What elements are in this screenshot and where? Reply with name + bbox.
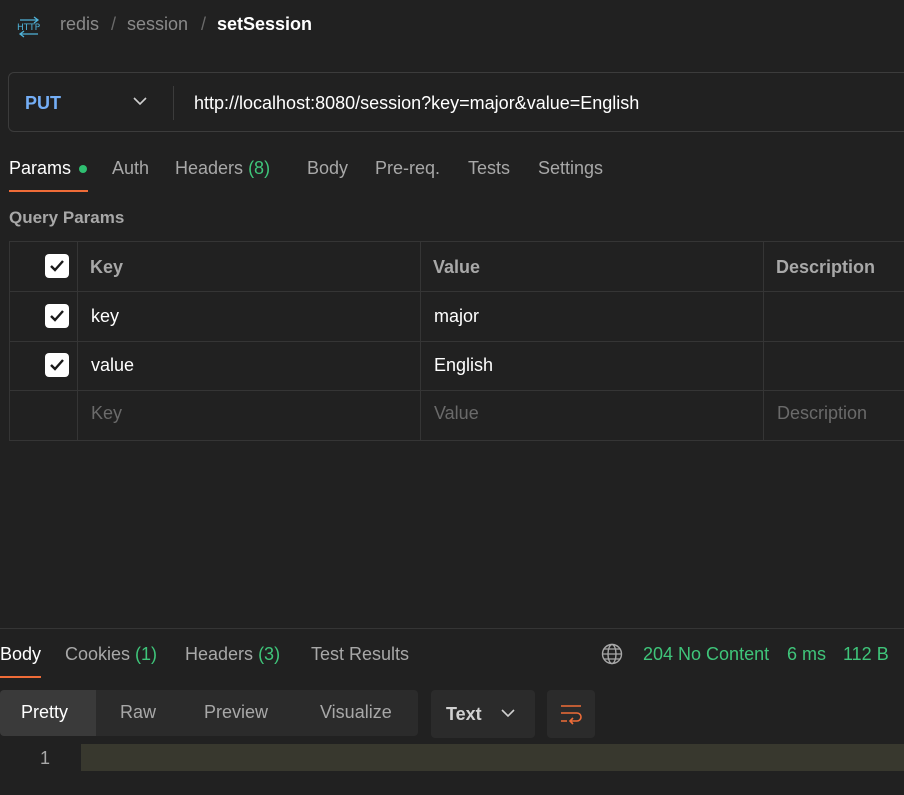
active-tab-indicator	[9, 190, 88, 192]
chevron-down-icon	[501, 709, 515, 718]
chevron-down-icon[interactable]	[133, 96, 147, 106]
svg-text:HTTP: HTTP	[17, 23, 41, 33]
tab-headers-label: Headers	[175, 158, 244, 178]
response-divider	[0, 628, 904, 629]
mode-visualize[interactable]: Visualize	[320, 702, 392, 723]
http-icon: HTTP	[17, 16, 41, 38]
response-tab-headers-label: Headers	[185, 644, 254, 664]
url-divider	[173, 86, 174, 120]
globe-icon[interactable]	[601, 643, 623, 665]
mode-raw[interactable]: Raw	[120, 702, 156, 723]
line-number: 1	[40, 748, 51, 768]
wrap-lines-icon	[561, 705, 582, 725]
params-active-dot	[79, 165, 87, 173]
column-header-value: Value	[433, 257, 481, 277]
tab-settings[interactable]: Settings	[538, 158, 603, 179]
response-tab-test-results[interactable]: Test Results	[311, 644, 409, 665]
response-tab-cookies[interactable]: Cookies (1)	[65, 644, 157, 665]
mode-pretty[interactable]: Pretty	[21, 702, 68, 723]
check-icon	[50, 310, 64, 322]
row-divider	[9, 341, 904, 342]
response-status[interactable]: 204 No Content	[643, 644, 769, 665]
query-params-title: Query Params	[9, 208, 125, 227]
breadcrumb-item-session[interactable]: session	[127, 14, 188, 35]
row-checkbox[interactable]	[45, 304, 69, 328]
new-value-input[interactable]: Value	[434, 403, 479, 424]
current-line-highlight[interactable]	[81, 744, 904, 771]
tab-body[interactable]: Body	[307, 158, 348, 179]
column-header-key: Key	[90, 257, 124, 277]
param-key-cell[interactable]: key	[91, 306, 119, 327]
tab-params[interactable]: Params	[9, 158, 71, 179]
check-icon	[50, 260, 64, 272]
row-checkbox[interactable]	[45, 353, 69, 377]
response-tab-body[interactable]: Body	[0, 644, 41, 665]
param-value-cell[interactable]: major	[434, 306, 479, 327]
response-time[interactable]: 6 ms	[787, 644, 826, 665]
breadcrumb-item-redis[interactable]: redis	[60, 14, 99, 35]
tab-prereq[interactable]: Pre-req.	[375, 158, 440, 179]
tab-headers-count: (8)	[248, 158, 271, 178]
format-select-label: Text	[446, 704, 482, 724]
tab-auth[interactable]: Auth	[112, 158, 149, 179]
mode-preview[interactable]: Preview	[204, 702, 268, 723]
tab-headers[interactable]: Headers (8)	[175, 158, 270, 179]
active-tab-indicator	[0, 676, 41, 678]
new-key-input[interactable]: Key	[91, 403, 122, 424]
response-tab-headers[interactable]: Headers (3)	[185, 644, 280, 665]
response-tab-headers-count: (3)	[258, 644, 281, 664]
breadcrumb-current[interactable]: setSession	[217, 14, 312, 35]
param-key-cell[interactable]: value	[91, 355, 134, 376]
tab-tests[interactable]: Tests	[468, 158, 510, 179]
row-divider	[9, 390, 904, 391]
response-tab-cookies-count: (1)	[135, 644, 158, 664]
column-header-description: Description	[776, 257, 876, 277]
method-select[interactable]: PUT	[25, 93, 61, 114]
response-size[interactable]: 112 B	[843, 644, 889, 665]
new-description-input[interactable]: Description	[777, 403, 867, 424]
breadcrumb-separator: /	[111, 14, 117, 34]
url-input[interactable]: http://localhost:8080/session?key=major&…	[194, 93, 639, 114]
check-icon	[50, 359, 64, 371]
breadcrumb-separator: /	[201, 14, 207, 34]
response-tab-cookies-label: Cookies	[65, 644, 131, 664]
select-all-checkbox[interactable]	[45, 254, 69, 278]
row-divider	[9, 291, 904, 292]
param-value-cell[interactable]: English	[434, 355, 493, 376]
